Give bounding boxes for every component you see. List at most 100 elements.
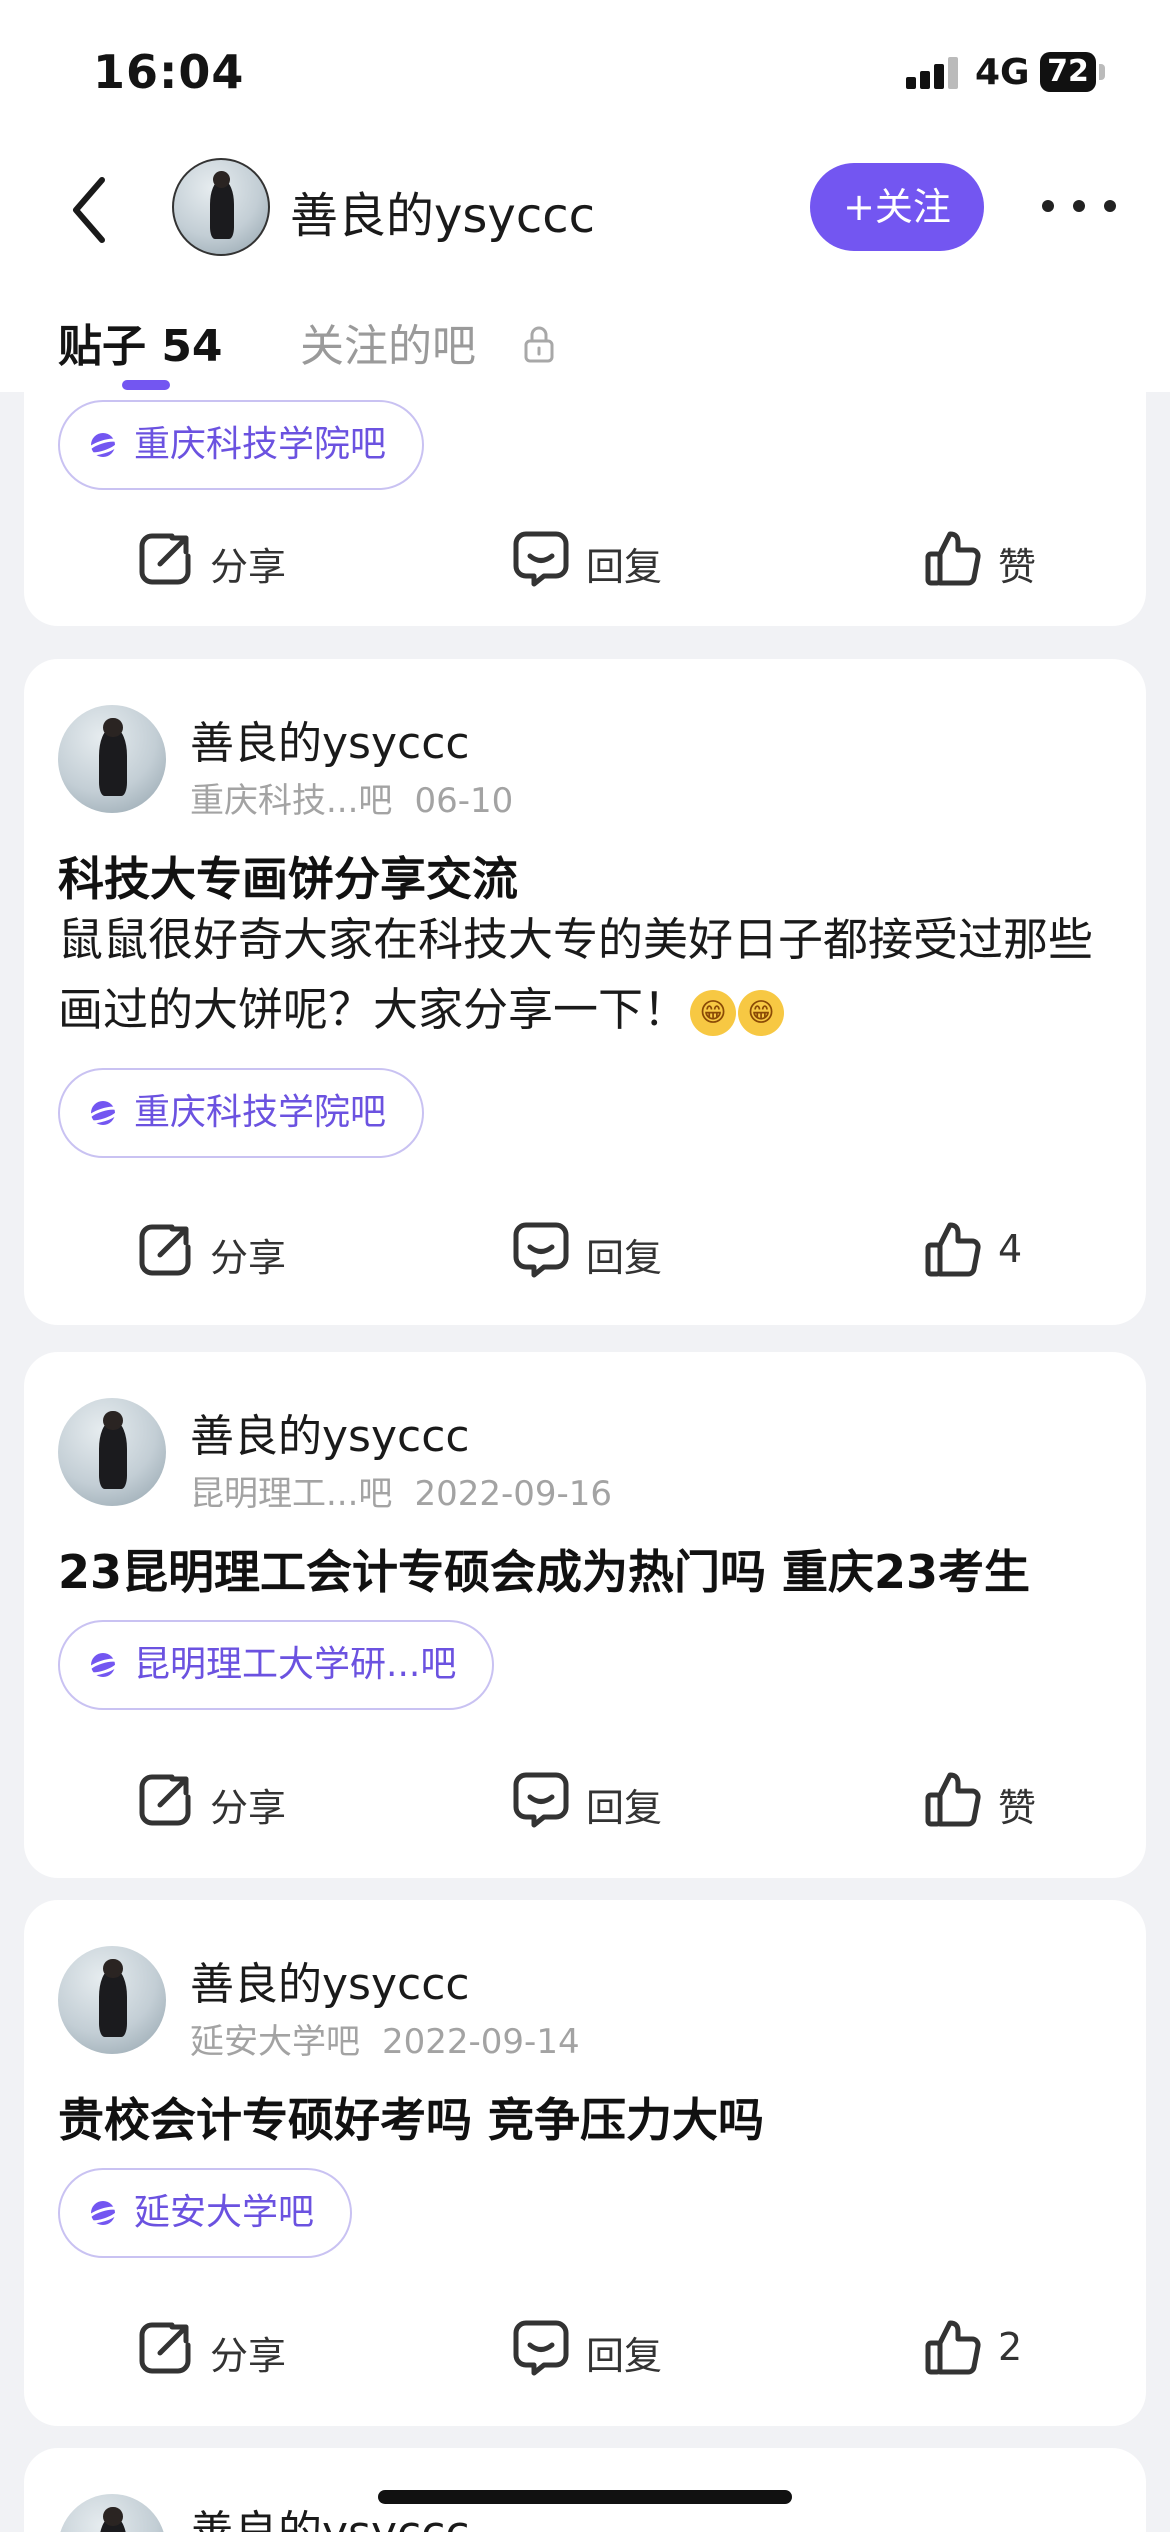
post-author: 善良的ysyccc 延安大学吧 2022-09-14 [58,1946,1058,2062]
share-button[interactable]: 分享 [134,1757,324,1847]
post-title[interactable]: 科技大专画饼分享交流 [58,843,518,909]
tab-posts[interactable]: 贴子 54 [58,310,223,374]
tab-active-indicator [122,380,170,390]
status-bar: 16:04 4G 72 [0,0,1170,140]
post-actions: 分享 回复 赞 [24,1757,1146,1847]
bar-name[interactable]: 延安大学吧 [190,2022,360,2062]
post-meta: 昆明理工...吧 2022-09-16 [190,1466,612,1515]
lock-icon [524,326,554,363]
like-button[interactable]: 赞 [922,1757,1072,1847]
profile-header: 16:04 4G 72 善良的ysyccc +关注 贴子 54 关注的吧 [0,0,1170,392]
comment-icon [513,2320,569,2376]
reply-label: 回复 [586,1236,663,1280]
like-count: 4 [998,1227,1023,1271]
post-body-text: 鼠鼠很好奇大家在科技大专的美好日子都接受过那些画过的大饼呢？大家分享一下！ [58,913,1094,1036]
grin-emoji-icon: 😁 [738,990,785,1036]
share-icon [139,533,191,585]
grin-emoji-icon: 😁 [690,990,737,1036]
share-label: 分享 [210,545,287,589]
reply-button[interactable]: 回复 [510,1207,700,1297]
post-card[interactable]: 重庆科技学院吧 分享 回复 赞 [24,392,1146,626]
battery-icon: 72 [1040,52,1096,92]
like-count: 赞 [998,1786,1037,1830]
share-button[interactable]: 分享 [134,2305,324,2395]
profile-username: 善良的ysyccc [290,188,595,244]
planet-icon [86,1653,120,1677]
reply-label: 回复 [586,1786,663,1830]
post-date: 06-10 [414,781,514,821]
thumbs-up-icon [925,531,981,586]
bar-name[interactable]: 重庆科技...吧 [190,781,392,821]
post-card[interactable]: 善良的ysyccc 重庆科技...吧 06-10 科技大专画饼分享交流 鼠鼠很好奇… [24,659,1146,1325]
comment-icon [513,531,569,587]
thumbs-up-icon [925,1772,981,1827]
post-meta: 重庆科技...吧 06-10 [190,773,513,822]
share-label: 分享 [210,2334,287,2378]
bar-name[interactable]: 昆明理工...吧 [190,1474,392,1514]
like-button[interactable]: 赞 [922,516,1072,606]
post-title[interactable]: 23昆明理工会计专硕会成为热门吗 重庆23考生 [58,1536,1030,1602]
author-name[interactable]: 善良的ysyccc [190,1948,470,2012]
share-button[interactable]: 分享 [134,1207,324,1297]
thumbs-up-icon [925,1222,981,1277]
post-card[interactable]: 善良的ysyccc 昆明理工...吧 2022-09-16 23昆明理工会计专硕会… [24,1352,1146,1878]
post-body[interactable]: 鼠鼠很好奇大家在科技大专的美好日子都接受过那些画过的大饼呢？大家分享一下！ 😁 😁 [58,905,1118,1045]
avatar[interactable] [58,705,166,813]
post-author: 善良的ysyccc 昆明理工...吧 2022-09-16 [58,1398,1058,1514]
comment-icon [513,1222,569,1278]
posts-feed: 重庆科技学院吧 分享 回复 赞 善良的ysyccc 重庆科技...吧 06-10 … [0,392,1170,2532]
post-meta: 延安大学吧 2022-09-14 [190,2014,580,2063]
post-actions: 分享 回复 2 [24,2305,1146,2395]
post-card[interactable]: 善良的ysyccc 延安大学吧 2022-09-14 贵校会计专硕好考吗 竞争压力… [24,1900,1146,2426]
bar-tag[interactable]: 延安大学吧 [58,2168,353,2258]
thumbs-up-icon [925,2320,981,2375]
post-date: 2022-09-16 [414,1474,613,1514]
planet-icon [86,2201,120,2225]
bar-tag[interactable]: 昆明理工大学研...吧 [58,1620,495,1710]
planet-icon [86,1101,120,1125]
follow-button[interactable]: +关注 [810,163,984,251]
post-title[interactable]: 贵校会计专硕好考吗 竞争压力大吗 [58,2084,764,2150]
network-type: 4G [975,52,1030,93]
share-icon [139,1774,191,1826]
share-label: 分享 [210,1786,287,1830]
like-button[interactable]: 2 [922,2305,1072,2395]
avatar[interactable] [58,2494,166,2532]
share-icon [139,2322,191,2374]
more-dots-icon[interactable] [1040,190,1120,220]
author-name[interactable]: 善良的ysyccc [190,707,470,771]
post-actions: 分享 回复 赞 [24,516,1146,606]
reply-label: 回复 [586,545,663,589]
home-indicator[interactable] [378,2490,792,2504]
reply-label: 回复 [586,2334,663,2378]
status-time: 16:04 [93,45,245,99]
signal-icon [906,55,960,89]
like-count: 2 [998,2325,1023,2369]
post-actions: 分享 回复 4 [24,1207,1146,1297]
planet-icon [86,433,120,457]
like-button[interactable]: 4 [922,1207,1072,1297]
battery-tip [1099,64,1105,80]
comment-icon [513,1772,569,1828]
bar-tag-label: 延安大学吧 [134,2192,315,2233]
bar-tag-label: 昆明理工大学研...吧 [134,1644,457,1685]
post-author: 善良的ysyccc 重庆科技...吧 06-10 [58,705,1058,821]
bar-tag[interactable]: 重庆科技学院吧 [58,1068,425,1158]
tab-followed-bars[interactable]: 关注的吧 [300,310,476,374]
avatar[interactable] [172,158,270,256]
bar-tag[interactable]: 重庆科技学院吧 [58,400,425,490]
avatar[interactable] [58,1398,166,1506]
avatar[interactable] [58,1946,166,2054]
nav-bar: 善良的ysyccc +关注 [0,150,1170,270]
chevron-left-icon[interactable] [62,170,122,250]
bar-tag-label: 重庆科技学院吧 [134,1092,387,1133]
profile-tabs: 贴子 54 关注的吧 [0,300,1170,392]
author-name[interactable]: 善良的ysyccc [190,1400,470,1464]
reply-button[interactable]: 回复 [510,2305,700,2395]
post-date: 2022-09-14 [382,2022,580,2062]
share-button[interactable]: 分享 [134,516,324,606]
reply-button[interactable]: 回复 [510,516,700,606]
like-count: 赞 [998,545,1037,589]
bar-tag-label: 重庆科技学院吧 [134,424,387,465]
reply-button[interactable]: 回复 [510,1757,700,1847]
